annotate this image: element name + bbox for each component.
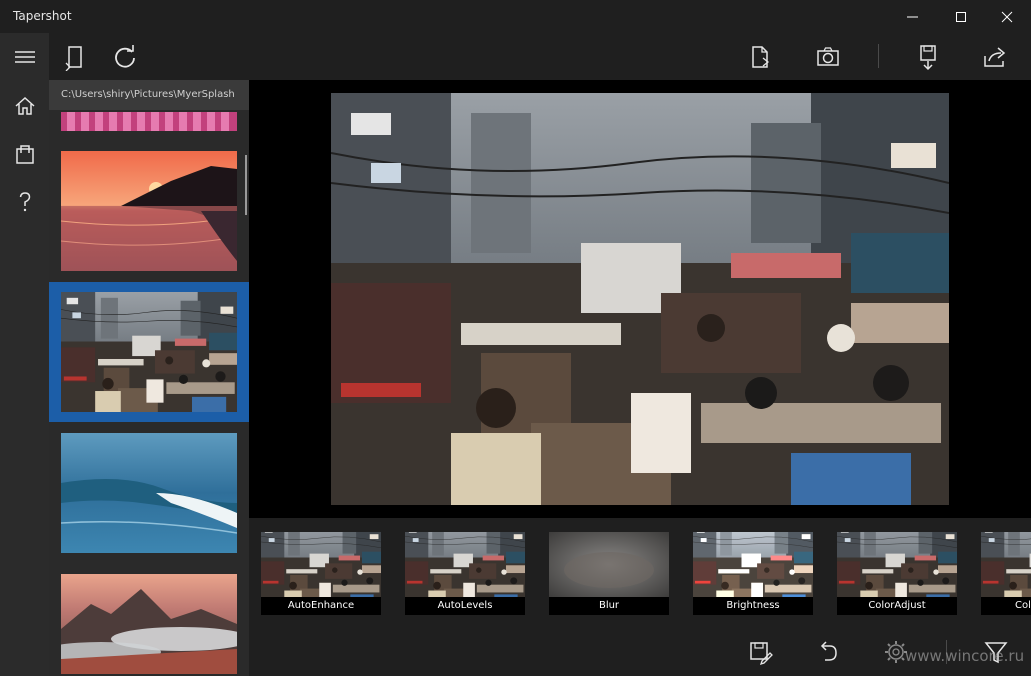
- filter-label: AutoLevels: [405, 597, 525, 615]
- toolbar-separator: [878, 44, 879, 68]
- app-title: Tapershot: [13, 9, 72, 23]
- store-button[interactable]: [12, 141, 38, 167]
- export-file-icon: [752, 46, 770, 68]
- save-edit-button[interactable]: [747, 638, 775, 666]
- refresh-icon: [115, 45, 135, 68]
- folder-path-bar: C:\Users\shiry\Pictures\MyerSplash: [49, 80, 249, 110]
- save-download-button[interactable]: [914, 43, 942, 71]
- filter-autolevels[interactable]: AutoLevels: [405, 532, 525, 615]
- preview-photo: [331, 93, 949, 505]
- maximize-button[interactable]: [938, 0, 984, 33]
- thumbnail-pink-strip[interactable]: [61, 110, 237, 131]
- filter-label: Blur: [549, 597, 669, 615]
- folder-path: C:\Users\shiry\Pictures\MyerSplash: [61, 89, 235, 100]
- thumbnail-image: [61, 151, 237, 271]
- home-button[interactable]: [12, 93, 38, 119]
- save-download-icon: [920, 45, 936, 71]
- undo-button[interactable]: [814, 638, 842, 666]
- undo-icon: [820, 641, 837, 661]
- thumbnail-mountain-clouds[interactable]: [61, 574, 237, 674]
- thumbnail-image: [61, 574, 237, 674]
- filter-preview: [261, 532, 381, 597]
- share-button[interactable]: [981, 43, 1009, 71]
- refresh-button[interactable]: [111, 43, 139, 71]
- title-bar: Tapershot: [0, 0, 1031, 33]
- menu-button[interactable]: [12, 45, 38, 71]
- thumbnail-crowded-street[interactable]: [61, 292, 237, 412]
- filter-coloradjust[interactable]: ColorAdjust: [837, 532, 957, 615]
- filter-coloradjust-partial[interactable]: Col: [981, 532, 1031, 615]
- home-icon: [15, 96, 35, 115]
- thumbnail-image: [61, 110, 237, 131]
- filter-label: AutoEnhance: [261, 597, 381, 615]
- toolbar: [49, 33, 1031, 80]
- help-icon: [19, 192, 31, 212]
- filter-preview: [405, 532, 525, 597]
- filter-blur[interactable]: Blur: [549, 532, 669, 615]
- watermark-text: www.wincore.ru: [905, 647, 1025, 665]
- hamburger-menu-icon: [15, 51, 35, 63]
- camera-button[interactable]: [814, 43, 842, 71]
- filter-preview: [549, 532, 669, 597]
- save-edit-icon: [750, 642, 773, 666]
- filter-label: Col: [981, 597, 1031, 615]
- list-scrollbar[interactable]: [245, 155, 247, 215]
- image-library: C:\Users\shiry\Pictures\MyerSplash: [49, 80, 249, 676]
- filter-preview: [981, 532, 1031, 597]
- minimize-icon: [907, 16, 918, 18]
- thumbnail-sunset-sea[interactable]: [61, 151, 237, 271]
- camera-icon: [817, 47, 839, 66]
- filter-autoenhance[interactable]: AutoEnhance: [261, 532, 381, 615]
- shopping-bag-icon: [16, 145, 34, 164]
- filter-strip: AutoEnhance AutoLevels Blur Brightness C…: [249, 518, 1031, 630]
- maximize-icon: [956, 12, 966, 22]
- close-button[interactable]: [984, 0, 1030, 33]
- share-icon: [984, 47, 1006, 67]
- open-file-icon: [65, 46, 82, 72]
- thumbnail-image: [61, 292, 237, 412]
- filter-brightness[interactable]: Brightness: [693, 532, 813, 615]
- filter-preview: [693, 532, 813, 597]
- preview-image[interactable]: [331, 93, 949, 505]
- open-file-button[interactable]: [61, 43, 89, 72]
- filter-preview: [837, 532, 957, 597]
- help-button[interactable]: [12, 189, 38, 215]
- navigation-rail: [0, 33, 49, 676]
- close-icon: [1001, 11, 1013, 23]
- preview-canvas: [249, 80, 1031, 518]
- filter-label: Brightness: [693, 597, 813, 615]
- minimize-button[interactable]: [890, 0, 936, 33]
- filter-label: ColorAdjust: [837, 597, 957, 615]
- thumbnail-image: [61, 433, 237, 553]
- export-file-button[interactable]: [746, 43, 774, 71]
- thumbnail-ocean-wave[interactable]: [61, 433, 237, 553]
